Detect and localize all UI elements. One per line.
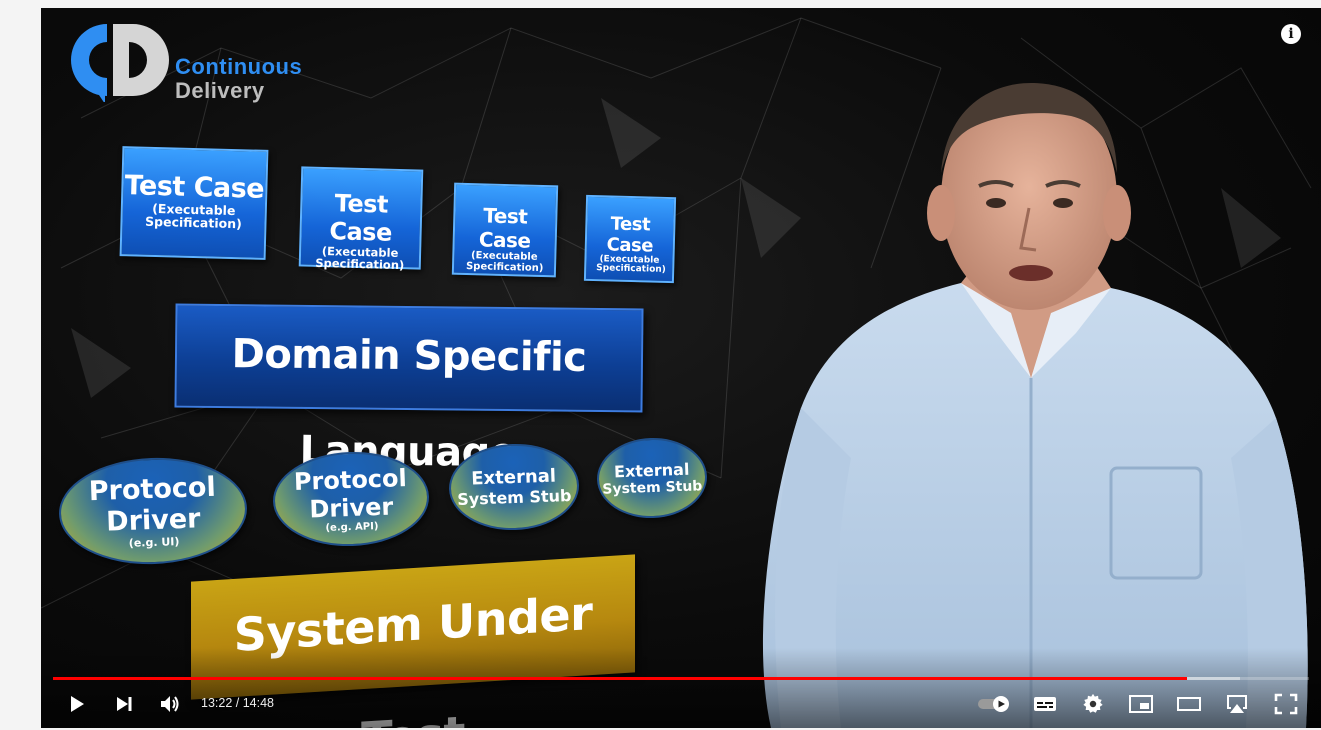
test-case-subtitle: (Executable Specification) xyxy=(596,254,666,276)
theater-mode-button[interactable] xyxy=(1174,690,1204,718)
time-display: 13:22 / 14:48 xyxy=(201,696,274,710)
presenter-image xyxy=(762,83,1308,728)
oval-line1: Protocol xyxy=(293,463,408,496)
settings-icon xyxy=(1083,693,1103,713)
oval-line2: System Stub xyxy=(456,486,572,509)
test-case-subtitle: (Executable Specification) xyxy=(144,200,243,232)
dsl-box: Domain Specific Language xyxy=(174,303,644,476)
airplay-button[interactable] xyxy=(1222,690,1252,718)
test-case-box: Test Case (Executable Specification) xyxy=(583,194,677,284)
test-case-title: Test Case xyxy=(478,203,531,253)
oval-line1: Protocol xyxy=(88,471,217,507)
oval-line2: System Stub xyxy=(602,477,703,498)
progress-played xyxy=(53,677,1188,680)
miniplayer-icon xyxy=(1129,695,1153,713)
next-icon xyxy=(117,697,132,711)
airplay-icon xyxy=(1227,695,1247,713)
progress-bar[interactable] xyxy=(53,677,1309,680)
test-case-title: Test Case xyxy=(124,170,265,205)
autoplay-toggle-icon xyxy=(978,696,1009,712)
autoplay-toggle[interactable] xyxy=(976,690,1012,718)
test-case-title: Test Case xyxy=(606,213,654,257)
page: Continuous Delivery i Test Case (Executa… xyxy=(0,0,1321,730)
logo-text-continuous: Continuous xyxy=(175,54,303,79)
play-icon xyxy=(71,696,84,712)
captions-button[interactable] xyxy=(1031,690,1059,718)
volume-button[interactable] xyxy=(157,690,183,718)
test-case-subtitle: (Executable Specification) xyxy=(465,250,544,274)
logo-text-delivery: Delivery xyxy=(175,78,265,103)
test-case-box: Test Case (Executable Specification) xyxy=(119,146,269,260)
cd-logo-mark xyxy=(71,24,169,102)
test-case-subtitle: (Executable Specification) xyxy=(315,243,405,273)
captions-icon xyxy=(1034,697,1056,711)
settings-button[interactable] xyxy=(1079,690,1107,718)
play-button[interactable] xyxy=(63,690,89,718)
oval-line1: External xyxy=(470,465,557,490)
volume-icon xyxy=(161,696,179,712)
next-button[interactable] xyxy=(111,690,137,718)
oval-line2: Driver xyxy=(105,502,201,538)
fullscreen-icon xyxy=(1274,693,1298,715)
test-case-box: Test Case (Executable Specification) xyxy=(451,182,559,278)
miniplayer-button[interactable] xyxy=(1126,690,1156,718)
oval-note: (e.g. UI) xyxy=(128,534,180,550)
oval-line2: Driver xyxy=(308,492,394,523)
fullscreen-button[interactable] xyxy=(1271,690,1301,718)
theater-icon xyxy=(1177,697,1201,711)
test-case-title: Test Case xyxy=(329,189,393,247)
info-icon[interactable]: i xyxy=(1281,24,1301,44)
video-player[interactable]: Continuous Delivery i Test Case (Executa… xyxy=(41,8,1321,728)
channel-logo: Continuous Delivery xyxy=(63,16,353,106)
test-case-box: Test Case (Executable Specification) xyxy=(298,166,424,273)
oval-note: (e.g. API) xyxy=(325,520,379,534)
